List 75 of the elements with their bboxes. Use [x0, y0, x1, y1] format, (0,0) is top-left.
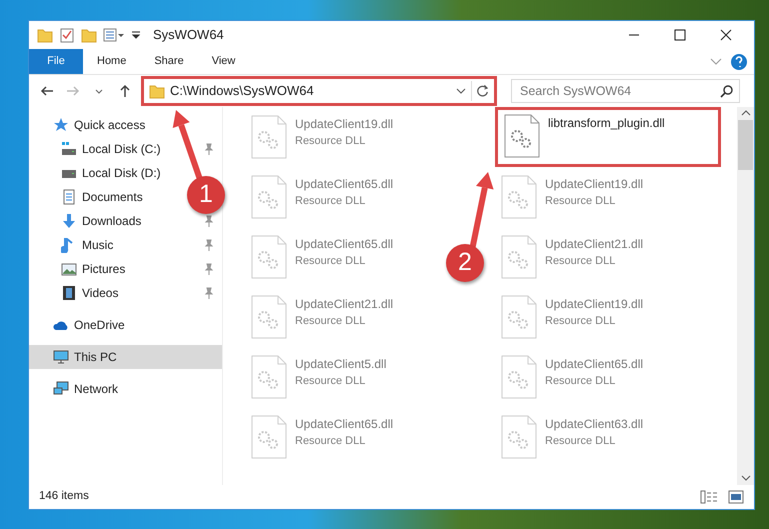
file-name[interactable]: UpdateClient65.dll [545, 355, 644, 373]
folder-icon[interactable] [81, 27, 97, 43]
file-type: Resource DLL [295, 314, 366, 329]
file-name[interactable]: UpdateClient21.dll [295, 295, 394, 313]
monitor-icon [53, 349, 69, 365]
sidebar-item[interactable]: This PC [29, 345, 222, 369]
scroll-thumb[interactable] [738, 120, 753, 170]
scroll-up-icon [740, 110, 750, 116]
details-view-icon[interactable] [700, 490, 720, 504]
expand-ribbon-icon[interactable] [710, 58, 722, 65]
file-name[interactable]: UpdateClient5.dll [295, 355, 386, 373]
large-icons-view-icon[interactable] [728, 490, 744, 504]
pin-icon[interactable] [204, 263, 214, 275]
file-name[interactable]: UpdateClient65.dll [295, 235, 394, 253]
maximize-icon [674, 29, 686, 41]
sidebar-item[interactable]: Music [29, 233, 120, 257]
file-type: Resource DLL [545, 254, 616, 269]
pin-icon[interactable] [204, 239, 214, 251]
file-name[interactable]: libtransform_plugin.dll [548, 114, 665, 132]
sidebar-item[interactable]: OneDrive [29, 313, 131, 337]
ribbon-tab[interactable]: Share [140, 49, 198, 74]
sidebar-item[interactable]: Downloads [29, 209, 148, 233]
view-list-icon[interactable] [103, 27, 125, 43]
file-menu-button[interactable]: File [29, 49, 83, 74]
file-name[interactable]: UpdateClient19.dll [295, 115, 394, 133]
drive-icon [61, 141, 77, 157]
download-arrow-icon [61, 213, 77, 229]
item-count: 146 items [39, 489, 89, 504]
gear-file-icon[interactable] [504, 114, 540, 158]
file-type: Resource DLL [545, 434, 616, 449]
address-field[interactable]: C:\Windows\SysWOW64 [145, 80, 493, 102]
file-type: Resource DLL [295, 194, 366, 209]
file-name[interactable]: UpdateClient21.dll [545, 235, 644, 253]
sidebar-item[interactable]: Videos [29, 281, 124, 305]
file-type: Resource DLL [545, 314, 616, 329]
pin-icon[interactable] [204, 143, 214, 155]
sidebar-item[interactable]: Local Disk (C:) [29, 137, 167, 161]
ribbon-tab[interactable]: View [198, 49, 250, 74]
file-type: Resource DLL [545, 374, 616, 389]
minimize-icon [628, 34, 640, 36]
file-name[interactable]: UpdateClient65.dll [295, 415, 394, 433]
sidebar-item[interactable]: Quick access [29, 113, 152, 137]
ribbon-tab[interactable]: Home [83, 49, 140, 74]
sidebar-item[interactable]: Local Disk (D:) [29, 161, 167, 185]
file-name[interactable]: UpdateClient65.dll [295, 175, 394, 193]
folder-icon[interactable] [37, 27, 53, 43]
folder-icon [149, 83, 165, 99]
address-path: C:\Windows\SysWOW64 [170, 82, 315, 100]
file-name[interactable]: UpdateClient19.dll [545, 295, 644, 313]
window-title: SysWOW64 [153, 26, 224, 44]
search-field[interactable]: Search SysWOW64 [511, 79, 740, 103]
star-icon [53, 117, 69, 133]
file-type: Resource DLL [295, 434, 366, 449]
scroll-down-icon [740, 475, 750, 481]
chevron-down-icon[interactable] [456, 88, 466, 94]
chevron-down-icon [95, 88, 103, 94]
sidebar-item[interactable]: Documents [29, 185, 149, 209]
scrollbar[interactable] [737, 107, 754, 485]
pin-icon[interactable] [204, 215, 214, 227]
properties-icon[interactable] [59, 27, 75, 43]
network-icon [53, 381, 69, 397]
pin-icon[interactable] [204, 287, 214, 299]
sidebar-item[interactable]: Pictures [29, 257, 132, 281]
file-type: Resource DLL [295, 254, 366, 269]
film-icon [61, 285, 77, 301]
document-icon [61, 189, 77, 205]
sidebar-item[interactable]: Network [29, 377, 124, 401]
file-type: Resource DLL [295, 134, 366, 149]
file-name[interactable]: UpdateClient63.dll [545, 415, 644, 433]
file-name[interactable]: UpdateClient19.dll [545, 175, 644, 193]
close-icon [720, 29, 732, 41]
file-type: Resource DLL [295, 374, 366, 389]
file-type: Resource DLL [545, 194, 616, 209]
picture-icon [61, 261, 77, 277]
help-icon[interactable] [730, 52, 748, 70]
